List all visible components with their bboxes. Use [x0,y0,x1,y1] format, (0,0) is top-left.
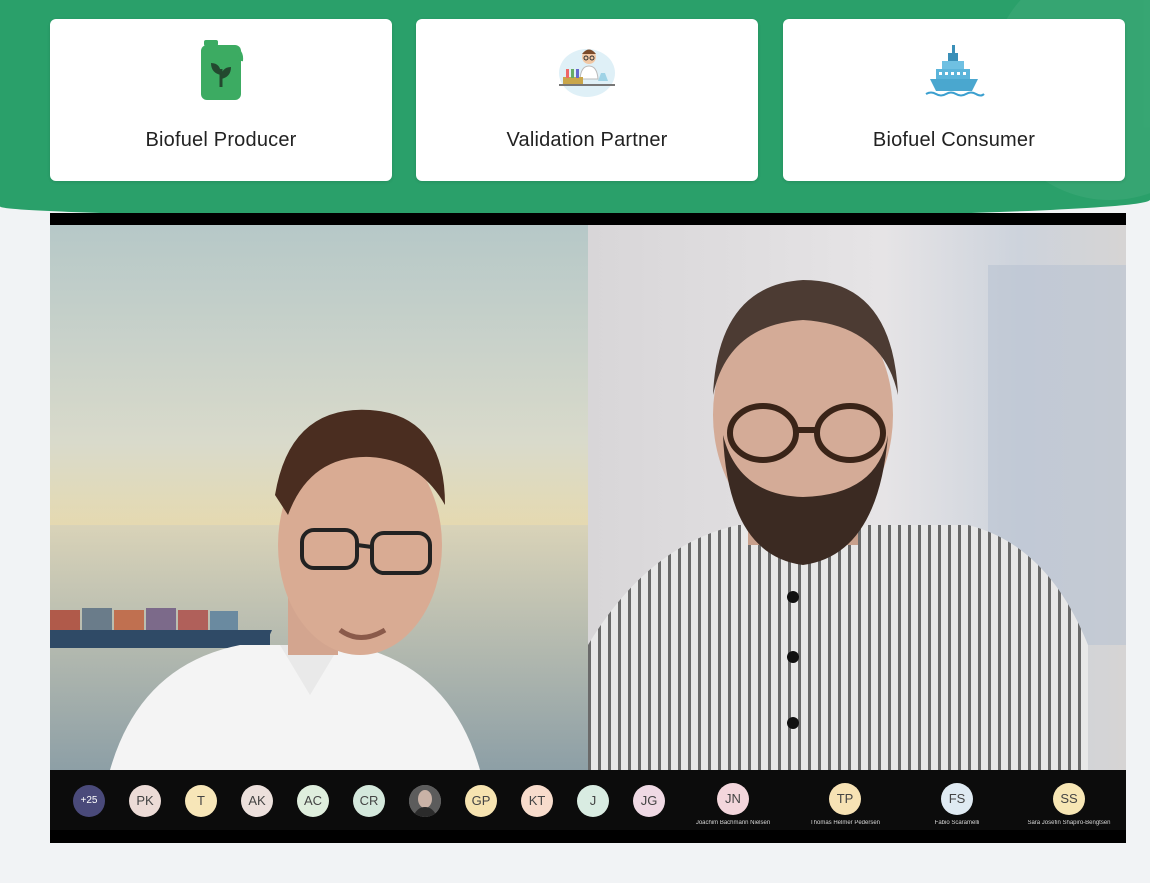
participant-photo-avatar[interactable] [409,785,441,817]
video-call: +25 PK T AK AC CR GP KT J JG JN Joachim … [50,213,1126,843]
card-biofuel-producer[interactable]: Biofuel Producer [50,19,392,181]
ship-icon [925,45,985,97]
participant-avatar[interactable]: GP [465,785,497,817]
participant-name: Sara Josefin Shapiro-Bengtsen [1027,820,1111,826]
participant-tile[interactable]: SS Sara Josefin Shapiro-Bengtsen [1013,770,1125,830]
video-feed-image [50,409,588,770]
jerrycan-leaf-icon [201,40,244,100]
person-photo-icon [409,785,441,817]
participant-name: Fabio Scaramelli [934,820,980,826]
scientist-lab-icon [559,49,615,97]
card-biofuel-consumer[interactable]: Biofuel Consumer [783,19,1125,181]
participant-tile[interactable]: JN Joachim Bachmann Nielsen [677,770,789,830]
participant-name: Joachim Bachmann Nielsen [695,820,771,826]
participant-name: Thomas Helmer Pedersen [809,820,881,826]
participant-avatar[interactable]: KT [521,785,553,817]
participant-avatar: JN [717,783,749,815]
participant-tile[interactable]: TP Thomas Helmer Pedersen [789,770,901,830]
participant-tile[interactable]: FS Fabio Scaramelli [901,770,1013,830]
participant-avatar[interactable]: AK [241,785,273,817]
video-tile-speaker-2[interactable] [588,225,1126,770]
more-participants-badge[interactable]: +25 [73,785,105,817]
participant-avatar[interactable]: CR [353,785,385,817]
participant-avatar[interactable]: PK [129,785,161,817]
participant-avatar[interactable]: JG [633,785,665,817]
participants-strip: +25 PK T AK AC CR GP KT J JG JN Joachim … [50,770,1126,830]
participant-avatar[interactable]: AC [297,785,329,817]
video-tile-speaker-1[interactable] [50,225,588,770]
participant-avatar[interactable]: J [577,785,609,817]
video-feed-image [588,265,1126,770]
card-label: Biofuel Producer [145,129,297,151]
participant-avatar: FS [941,783,973,815]
participant-avatar: SS [1053,783,1085,815]
participant-avatar[interactable]: T [185,785,217,817]
card-validation-partner[interactable]: Validation Partner [416,19,758,181]
participant-avatar: TP [829,783,861,815]
card-label: Validation Partner [506,129,668,151]
card-label: Biofuel Consumer [872,129,1036,151]
